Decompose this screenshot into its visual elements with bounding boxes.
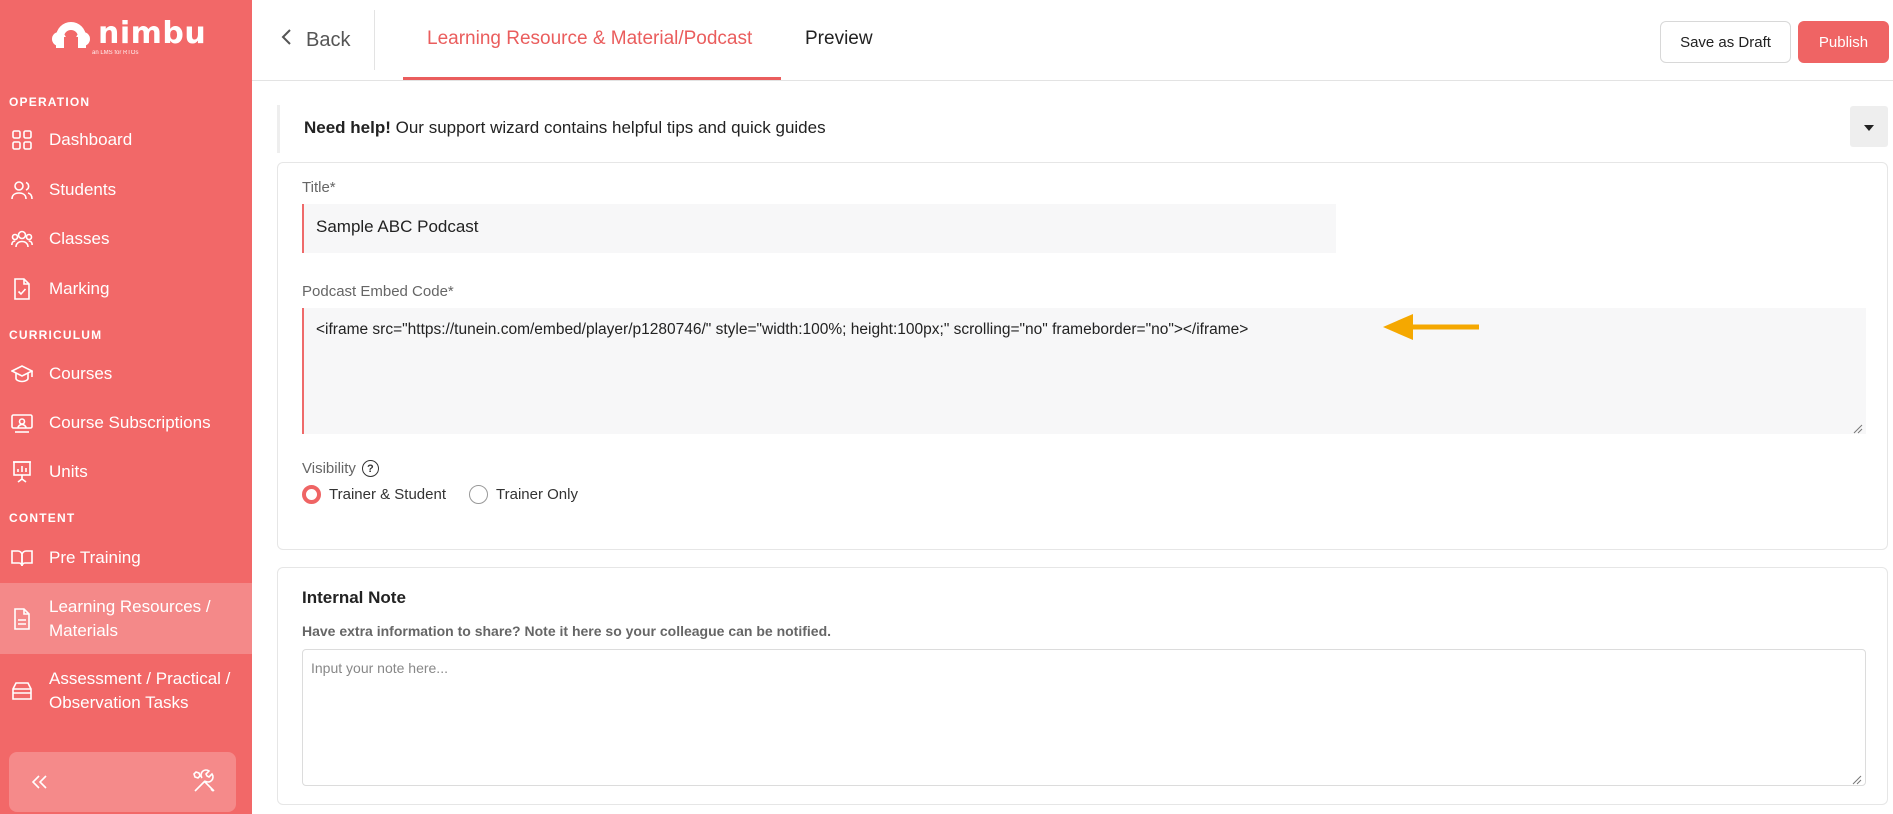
help-banner: Need help! Our support wizard contains h…	[277, 105, 1888, 153]
visibility-label: Visibility	[302, 460, 356, 477]
podcast-form-card: Title* Sample ABC Podcast Podcast Embed …	[277, 162, 1888, 550]
logo-tagline: an LMS for RTOs	[92, 50, 139, 56]
presentation-icon	[11, 412, 33, 434]
help-bold: Need help!	[304, 118, 391, 137]
sidebar-item-dashboard[interactable]: Dashboard	[0, 127, 252, 153]
sidebar-item-courses[interactable]: Courses	[0, 361, 252, 387]
internal-note-title: Internal Note	[302, 588, 406, 607]
top-bar: Back Learning Resource & Material/Podcas…	[252, 0, 1893, 81]
radio-trainer-only[interactable]: Trainer Only	[469, 485, 578, 504]
group-icon	[11, 228, 33, 250]
visibility-row: Visibility ?	[302, 460, 379, 477]
radio-label: Trainer Only	[496, 486, 578, 503]
title-input[interactable]: Sample ABC Podcast	[302, 204, 1336, 253]
embed-code-value: <iframe src="https://tunein.com/embed/pl…	[316, 321, 1249, 338]
radio-label: Trainer & Student	[329, 486, 447, 503]
back-button[interactable]: Back	[280, 28, 350, 52]
back-label: Back	[306, 28, 351, 51]
sidebar-item-units[interactable]: Units	[0, 459, 252, 485]
radio-checked-icon[interactable]	[302, 485, 321, 504]
sidebar-item-label: Dashboard	[49, 130, 133, 149]
internal-note-textarea[interactable]: Input your note here...	[302, 649, 1866, 786]
sidebar-item-course-subscriptions[interactable]: Course Subscriptions	[0, 410, 252, 436]
chevron-left-icon	[280, 28, 292, 52]
sidebar-item-label: Course Subscriptions	[49, 413, 211, 432]
sidebar-item-label: Units	[49, 462, 88, 481]
help-text: Need help! Our support wizard contains h…	[304, 118, 826, 138]
sidebar-item-label: Courses	[49, 364, 113, 383]
internal-note-subtitle: Have extra information to share? Note it…	[302, 623, 832, 639]
section-content: CONTENT	[9, 511, 76, 525]
grid-icon	[11, 129, 33, 151]
sidebar: nimbu an LMS for RTOs OPERATION Dashboar…	[0, 0, 252, 814]
sidebar-item-marking[interactable]: Marking	[0, 276, 252, 302]
radio-trainer-student[interactable]: Trainer & Student	[302, 485, 446, 504]
save-as-draft-button[interactable]: Save as Draft	[1660, 21, 1791, 63]
resize-handle-icon[interactable]	[1853, 421, 1863, 434]
caret-down-icon	[1864, 118, 1874, 136]
sidebar-footer	[9, 752, 236, 812]
nimbu-logo[interactable]: nimbu	[50, 18, 206, 50]
sidebar-item-label: Marking	[49, 279, 110, 298]
section-operation: OPERATION	[9, 95, 91, 109]
help-toggle-button[interactable]	[1850, 106, 1888, 147]
publish-button[interactable]: Publish	[1798, 21, 1889, 63]
question-circle-icon[interactable]: ?	[361, 460, 379, 477]
book-open-icon	[11, 547, 33, 569]
tab-preview[interactable]: Preview	[805, 28, 873, 50]
tools-icon[interactable]	[192, 769, 218, 795]
help-message: Our support wizard contains helpful tips…	[390, 118, 826, 137]
sidebar-item-label: Classes	[49, 229, 110, 248]
users-icon	[11, 179, 33, 201]
tab-podcast[interactable]: Learning Resource & Material/Podcast	[427, 28, 752, 50]
double-chevron-left-icon[interactable]	[27, 770, 51, 794]
internal-note-card: Internal Note Have extra information to …	[277, 567, 1888, 805]
title-label: Title*	[302, 179, 336, 196]
sidebar-item-pre-training[interactable]: Pre Training	[0, 545, 252, 571]
note-placeholder: Input your note here...	[311, 660, 448, 676]
embed-code-label: Podcast Embed Code*	[302, 283, 454, 300]
sidebar-item-assessment[interactable]: Assessment / Practical / Observation Tas…	[0, 666, 252, 716]
active-tab-indicator	[403, 77, 781, 80]
annotation-arrow-icon	[1383, 312, 1479, 347]
sidebar-item-label: Assessment / Practical / Observation Tas…	[49, 669, 231, 712]
logo-wordmark: nimbu	[98, 16, 207, 51]
section-curriculum: CURRICULUM	[9, 328, 103, 342]
sidebar-item-label: Students	[49, 180, 117, 199]
cloud-logo-icon	[52, 22, 90, 49]
chart-board-icon	[11, 461, 33, 483]
radio-unchecked-icon[interactable]	[469, 485, 488, 504]
graduation-cap-icon	[11, 363, 33, 385]
sidebar-item-label: Learning Resources / Materials	[49, 596, 211, 640]
sidebar-item-label: Pre Training	[49, 548, 141, 567]
sidebar-item-learning-resources[interactable]: Learning Resources / Materials	[0, 583, 252, 654]
document-check-icon	[11, 278, 33, 300]
file-text-icon	[11, 607, 33, 630]
divider	[374, 10, 375, 70]
sidebar-item-classes[interactable]: Classes	[0, 226, 252, 252]
sidebar-item-students[interactable]: Students	[0, 177, 252, 203]
resize-handle-icon[interactable]	[1852, 772, 1862, 785]
archive-icon	[11, 680, 33, 702]
embed-code-textarea[interactable]: <iframe src="https://tunein.com/embed/pl…	[302, 308, 1866, 434]
